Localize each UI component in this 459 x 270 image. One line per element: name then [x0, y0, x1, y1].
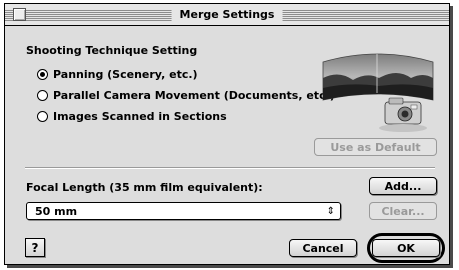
panorama-camera-illustration	[319, 48, 437, 134]
radio-panning[interactable]: Panning (Scenery, etc.)	[37, 68, 198, 81]
dialog-title: Merge Settings	[171, 7, 283, 22]
clear-button[interactable]: Clear...	[369, 202, 437, 220]
cancel-button[interactable]: Cancel	[289, 239, 357, 257]
ok-button[interactable]: OK	[372, 239, 440, 257]
add-button[interactable]: Add...	[369, 177, 437, 195]
close-box-icon[interactable]	[13, 8, 26, 21]
merge-settings-dialog: Merge Settings Shooting Technique Settin…	[4, 3, 450, 265]
focal-length-label: Focal Length (35 mm film equivalent):	[26, 181, 263, 194]
radio-unselected-icon[interactable]	[37, 90, 48, 101]
radio-scanned-label: Images Scanned in Sections	[53, 110, 227, 123]
title-bar[interactable]: Merge Settings	[5, 4, 449, 26]
use-as-default-button[interactable]: Use as Default	[314, 138, 437, 156]
help-icon: ?	[31, 240, 39, 255]
radio-scanned-sections[interactable]: Images Scanned in Sections	[37, 110, 227, 123]
radio-selected-icon[interactable]	[37, 69, 48, 80]
focal-length-select[interactable]: 50 mm ⇕	[26, 202, 341, 220]
radio-unselected-icon[interactable]	[37, 111, 48, 122]
radio-panning-label: Panning (Scenery, etc.)	[53, 68, 198, 81]
up-down-arrows-icon: ⇕	[326, 206, 335, 217]
radio-parallel-camera[interactable]: Parallel Camera Movement (Documents, etc…	[37, 89, 335, 102]
radio-parallel-label: Parallel Camera Movement (Documents, etc…	[53, 89, 335, 102]
help-button[interactable]: ?	[25, 238, 45, 257]
focal-length-value: 50 mm	[35, 205, 78, 218]
shooting-technique-label: Shooting Technique Setting	[26, 44, 198, 57]
section-divider	[25, 167, 435, 169]
